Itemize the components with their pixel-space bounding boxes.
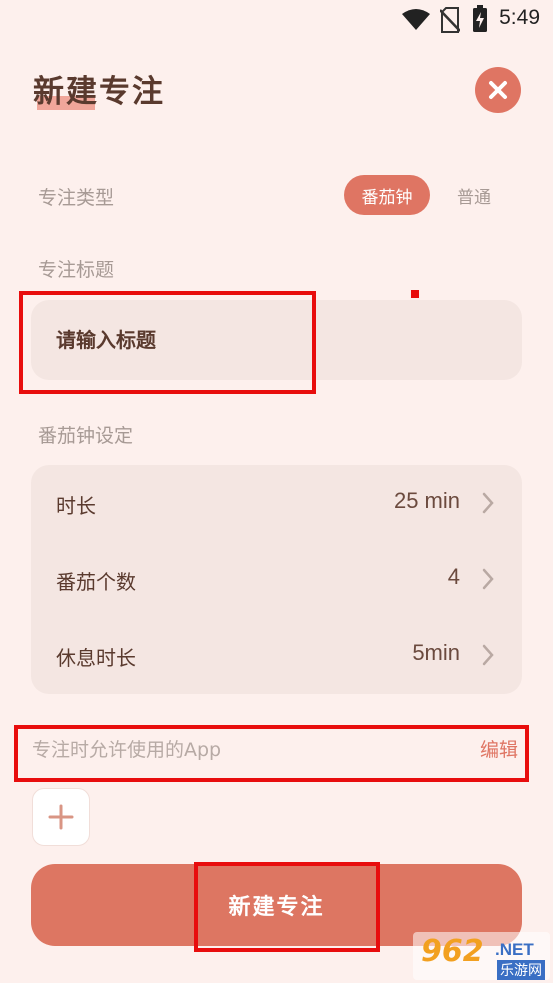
pomodoro-settings-card: 时长 25 min 番茄个数 4 休息时长 5min — [31, 465, 522, 694]
annotation-unused-3 — [411, 290, 419, 298]
type-option-normal[interactable]: 普通 — [444, 175, 504, 215]
plus-icon — [48, 804, 74, 830]
status-time: 5:49 — [499, 6, 540, 29]
allowed-apps-label: 专注时允许使用的App — [32, 739, 222, 761]
page-title: 新建专注 — [33, 74, 165, 110]
focus-title-label: 专注标题 — [38, 259, 115, 281]
status-bar: 5:49 — [0, 0, 553, 40]
close-button[interactable] — [475, 67, 521, 113]
chevron-right-icon — [482, 492, 494, 514]
watermark-number: 962 — [421, 934, 484, 969]
focus-type-label: 专注类型 — [38, 187, 115, 209]
setting-value: 4 — [447, 564, 460, 589]
watermark-domain: .NET — [495, 940, 534, 959]
setting-value: 5min — [412, 640, 460, 665]
chevron-right-icon — [482, 568, 494, 590]
add-app-button[interactable] — [32, 788, 90, 846]
pomodoro-settings-label: 番茄钟设定 — [38, 425, 134, 447]
setting-row-duration[interactable]: 时长 25 min — [31, 466, 522, 542]
setting-label: 休息时长 — [56, 646, 136, 670]
no-sim-icon — [440, 7, 460, 33]
close-icon — [489, 81, 507, 99]
wifi-icon — [402, 9, 430, 30]
setting-value: 25 min — [393, 488, 460, 513]
type-option-pomodoro[interactable]: 番茄钟 — [344, 175, 430, 215]
setting-row-pomodoro-count[interactable]: 番茄个数 4 — [31, 542, 522, 618]
setting-label: 时长 — [56, 494, 96, 518]
watermark-sub: 乐游网 — [497, 960, 545, 980]
chevron-right-icon — [482, 644, 494, 666]
setting-label: 番茄个数 — [56, 570, 136, 594]
title-input[interactable] — [56, 300, 496, 380]
setting-row-break-duration[interactable]: 休息时长 5min — [31, 618, 522, 694]
edit-apps-link[interactable]: 编辑 — [480, 735, 518, 762]
battery-charging-icon — [473, 5, 487, 32]
title-field — [31, 300, 522, 380]
watermark-logo: 962 .NET 乐游网 — [413, 932, 550, 980]
